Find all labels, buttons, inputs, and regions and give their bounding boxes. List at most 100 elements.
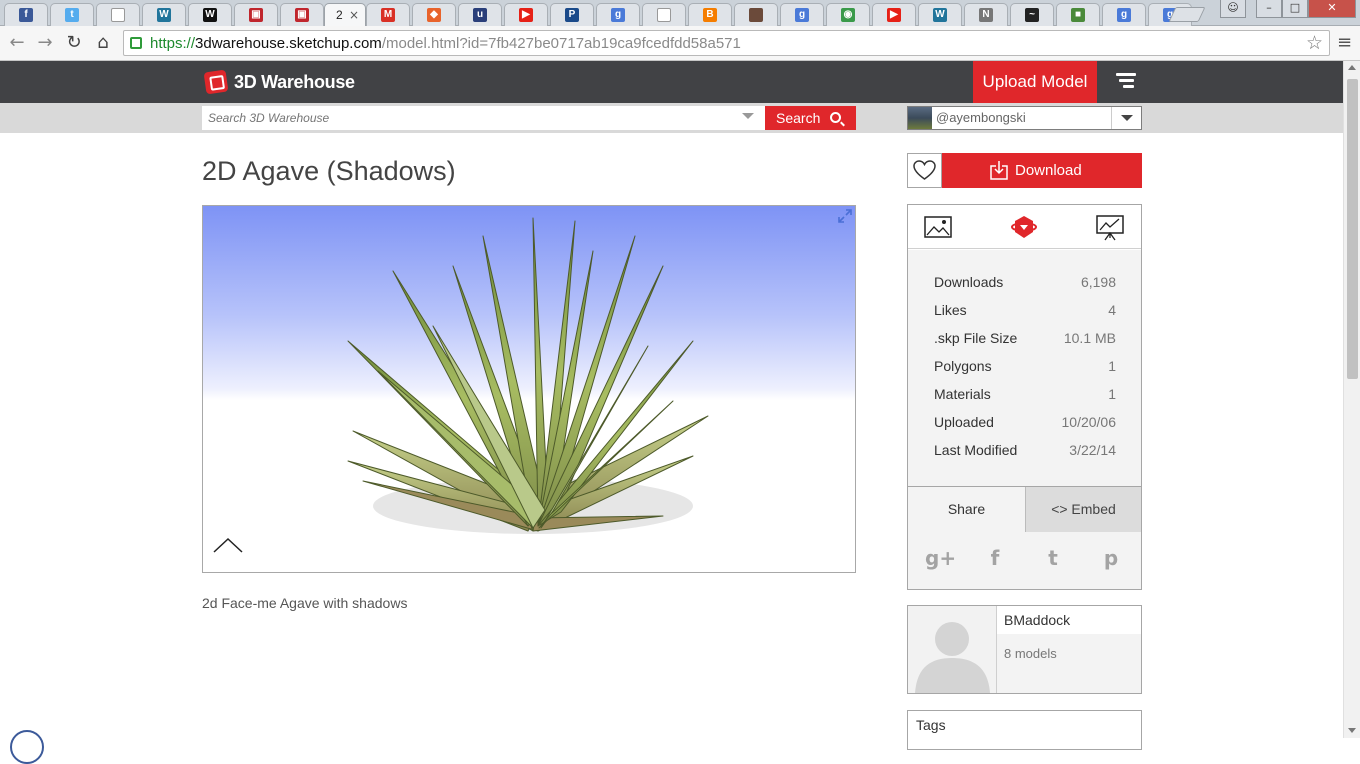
author-avatar[interactable] — [908, 606, 997, 693]
scroll-thumb[interactable] — [1347, 79, 1358, 379]
sketchup-icon: ■ — [1071, 8, 1085, 22]
stat-label: Downloads — [934, 274, 1004, 290]
page-scrollbar[interactable] — [1343, 61, 1360, 738]
site-logo-text[interactable]: 3D Warehouse — [234, 72, 355, 92]
user-account-select[interactable]: @ayembongski — [907, 106, 1142, 130]
username: @ayembongski — [936, 110, 1026, 125]
browser-tab[interactable]: g — [596, 3, 640, 26]
printer-icon: ▣ — [249, 8, 263, 22]
chrome-menu-icon[interactable]: ≡ — [1337, 33, 1352, 53]
browser-tab[interactable]: g — [780, 3, 824, 26]
warehouse-logo-icon[interactable] — [203, 69, 229, 95]
tab-close-icon[interactable]: × — [349, 8, 359, 22]
browser-tab[interactable]: ◆ — [412, 3, 456, 26]
stat-label: Likes — [934, 302, 967, 318]
view-mode-row — [908, 205, 1141, 249]
reload-button[interactable]: ↻ — [63, 32, 85, 54]
browser-tab[interactable] — [96, 3, 140, 26]
browser-tab[interactable]: ▣ — [280, 3, 324, 26]
tags-heading: Tags — [916, 717, 946, 733]
google-plus-icon[interactable]: g+ — [925, 546, 956, 570]
new-tab-button[interactable] — [1168, 7, 1206, 22]
browser-tab[interactable]: f — [4, 3, 48, 26]
author-name[interactable]: BMaddock — [997, 606, 1141, 634]
stat-value: 4 — [1108, 302, 1116, 318]
search-dropdown-icon[interactable] — [742, 113, 754, 119]
stat-row: Last Modified 3/22/14 — [934, 440, 1116, 460]
tab-share[interactable]: Share — [908, 487, 1025, 532]
browser-tab[interactable]: t — [50, 3, 94, 26]
maximize-button[interactable]: □ — [1282, 0, 1308, 18]
browser-tab[interactable]: ▣ — [234, 3, 278, 26]
w-app-icon: W — [203, 8, 217, 22]
wordpress-icon: W — [157, 8, 171, 22]
chevron-up-icon[interactable] — [213, 536, 243, 554]
browser-tab[interactable]: N — [964, 3, 1008, 26]
stat-label: Polygons — [934, 358, 992, 374]
back-button[interactable]: ← — [6, 32, 28, 54]
browser-tab[interactable]: W — [142, 3, 186, 26]
active-tab[interactable]: 2 × — [324, 3, 366, 26]
stat-row: Materials 1 — [934, 384, 1116, 404]
browser-tab[interactable]: M — [366, 3, 410, 26]
facebook-icon: f — [19, 8, 33, 22]
facebook-icon[interactable]: f — [983, 546, 1007, 570]
like-button[interactable] — [907, 153, 942, 188]
download-button[interactable]: Download — [942, 153, 1142, 188]
browser-tab[interactable] — [642, 3, 686, 26]
site-header: 3D Warehouse Upload Model — [0, 61, 1343, 103]
twitter-icon[interactable]: t — [1041, 546, 1065, 570]
home-button[interactable]: ⌂ — [92, 32, 114, 54]
image-view-icon[interactable] — [923, 213, 953, 241]
tab-embed[interactable]: <> Embed — [1025, 487, 1141, 532]
download-icon — [990, 161, 1008, 180]
site-menu-icon[interactable] — [1114, 70, 1140, 94]
unv-icon: u — [473, 8, 487, 22]
browser-tab[interactable]: u — [458, 3, 502, 26]
google-icon: g — [611, 8, 625, 22]
browser-tab[interactable]: ~ — [1010, 3, 1054, 26]
search-button[interactable]: Search — [765, 106, 856, 130]
forward-button[interactable]: → — [34, 32, 56, 54]
feedback-widget[interactable] — [10, 730, 44, 764]
scroll-down-icon[interactable] — [1348, 728, 1356, 733]
author-model-count[interactable]: 8 models — [997, 634, 1141, 693]
browser-tab[interactable]: ◉ — [826, 3, 870, 26]
stat-label: Uploaded — [934, 414, 994, 430]
browser-tab[interactable]: W — [188, 3, 232, 26]
address-bar[interactable]: https://3dwarehouse.sketchup.com/model.h… — [123, 30, 1330, 56]
blogger-icon: B — [703, 8, 717, 22]
browser-tab[interactable] — [734, 3, 778, 26]
scroll-up-icon[interactable] — [1348, 65, 1356, 70]
browser-tab[interactable]: W — [918, 3, 962, 26]
url-text: https://3dwarehouse.sketchup.com/model.h… — [150, 35, 741, 52]
browser-tab[interactable]: g — [1102, 3, 1146, 26]
search-bar: Search @ayembongski — [0, 103, 1343, 133]
author-card[interactable]: BMaddock 8 models — [907, 605, 1142, 694]
active-tab-title: 2 — [336, 8, 343, 22]
model-preview[interactable] — [202, 205, 856, 573]
presentation-view-icon[interactable] — [1095, 213, 1125, 241]
upload-model-button[interactable]: Upload Model — [973, 61, 1097, 103]
stat-value: 1 — [1108, 358, 1116, 374]
bookmark-star-icon[interactable]: ☆ — [1306, 32, 1323, 54]
fullscreen-icon[interactable] — [837, 208, 853, 224]
search-input[interactable] — [202, 106, 765, 130]
browser-tab[interactable]: P — [550, 3, 594, 26]
3d-view-icon[interactable] — [1009, 213, 1039, 241]
user-profile-button[interactable]: ☺ — [1220, 0, 1246, 18]
browser-tab[interactable]: ▶ — [504, 3, 548, 26]
n-icon: N — [979, 8, 993, 22]
browser-tab[interactable]: ■ — [1056, 3, 1100, 26]
stat-value: 10.1 MB — [1063, 330, 1116, 346]
chevron-down-icon[interactable] — [1111, 107, 1141, 129]
close-window-button[interactable]: ✕ — [1308, 0, 1356, 18]
browser-tab-strip: g g ■ ~ N W ▶ ◉ g Bg P ▶ u ◆ M ▣ ▣ W Wt f 2 × ☺ – □ ✕ — [0, 0, 1360, 26]
browser-tab[interactable]: ▶ — [872, 3, 916, 26]
pinterest-icon[interactable]: p — [1099, 546, 1123, 570]
magento-icon: ◆ — [427, 8, 441, 22]
stat-value: 3/22/14 — [1069, 442, 1116, 458]
minimize-button[interactable]: – — [1256, 0, 1282, 18]
browser-tab[interactable]: B — [688, 3, 732, 26]
social-share-row: g+ f t p — [908, 532, 1141, 589]
